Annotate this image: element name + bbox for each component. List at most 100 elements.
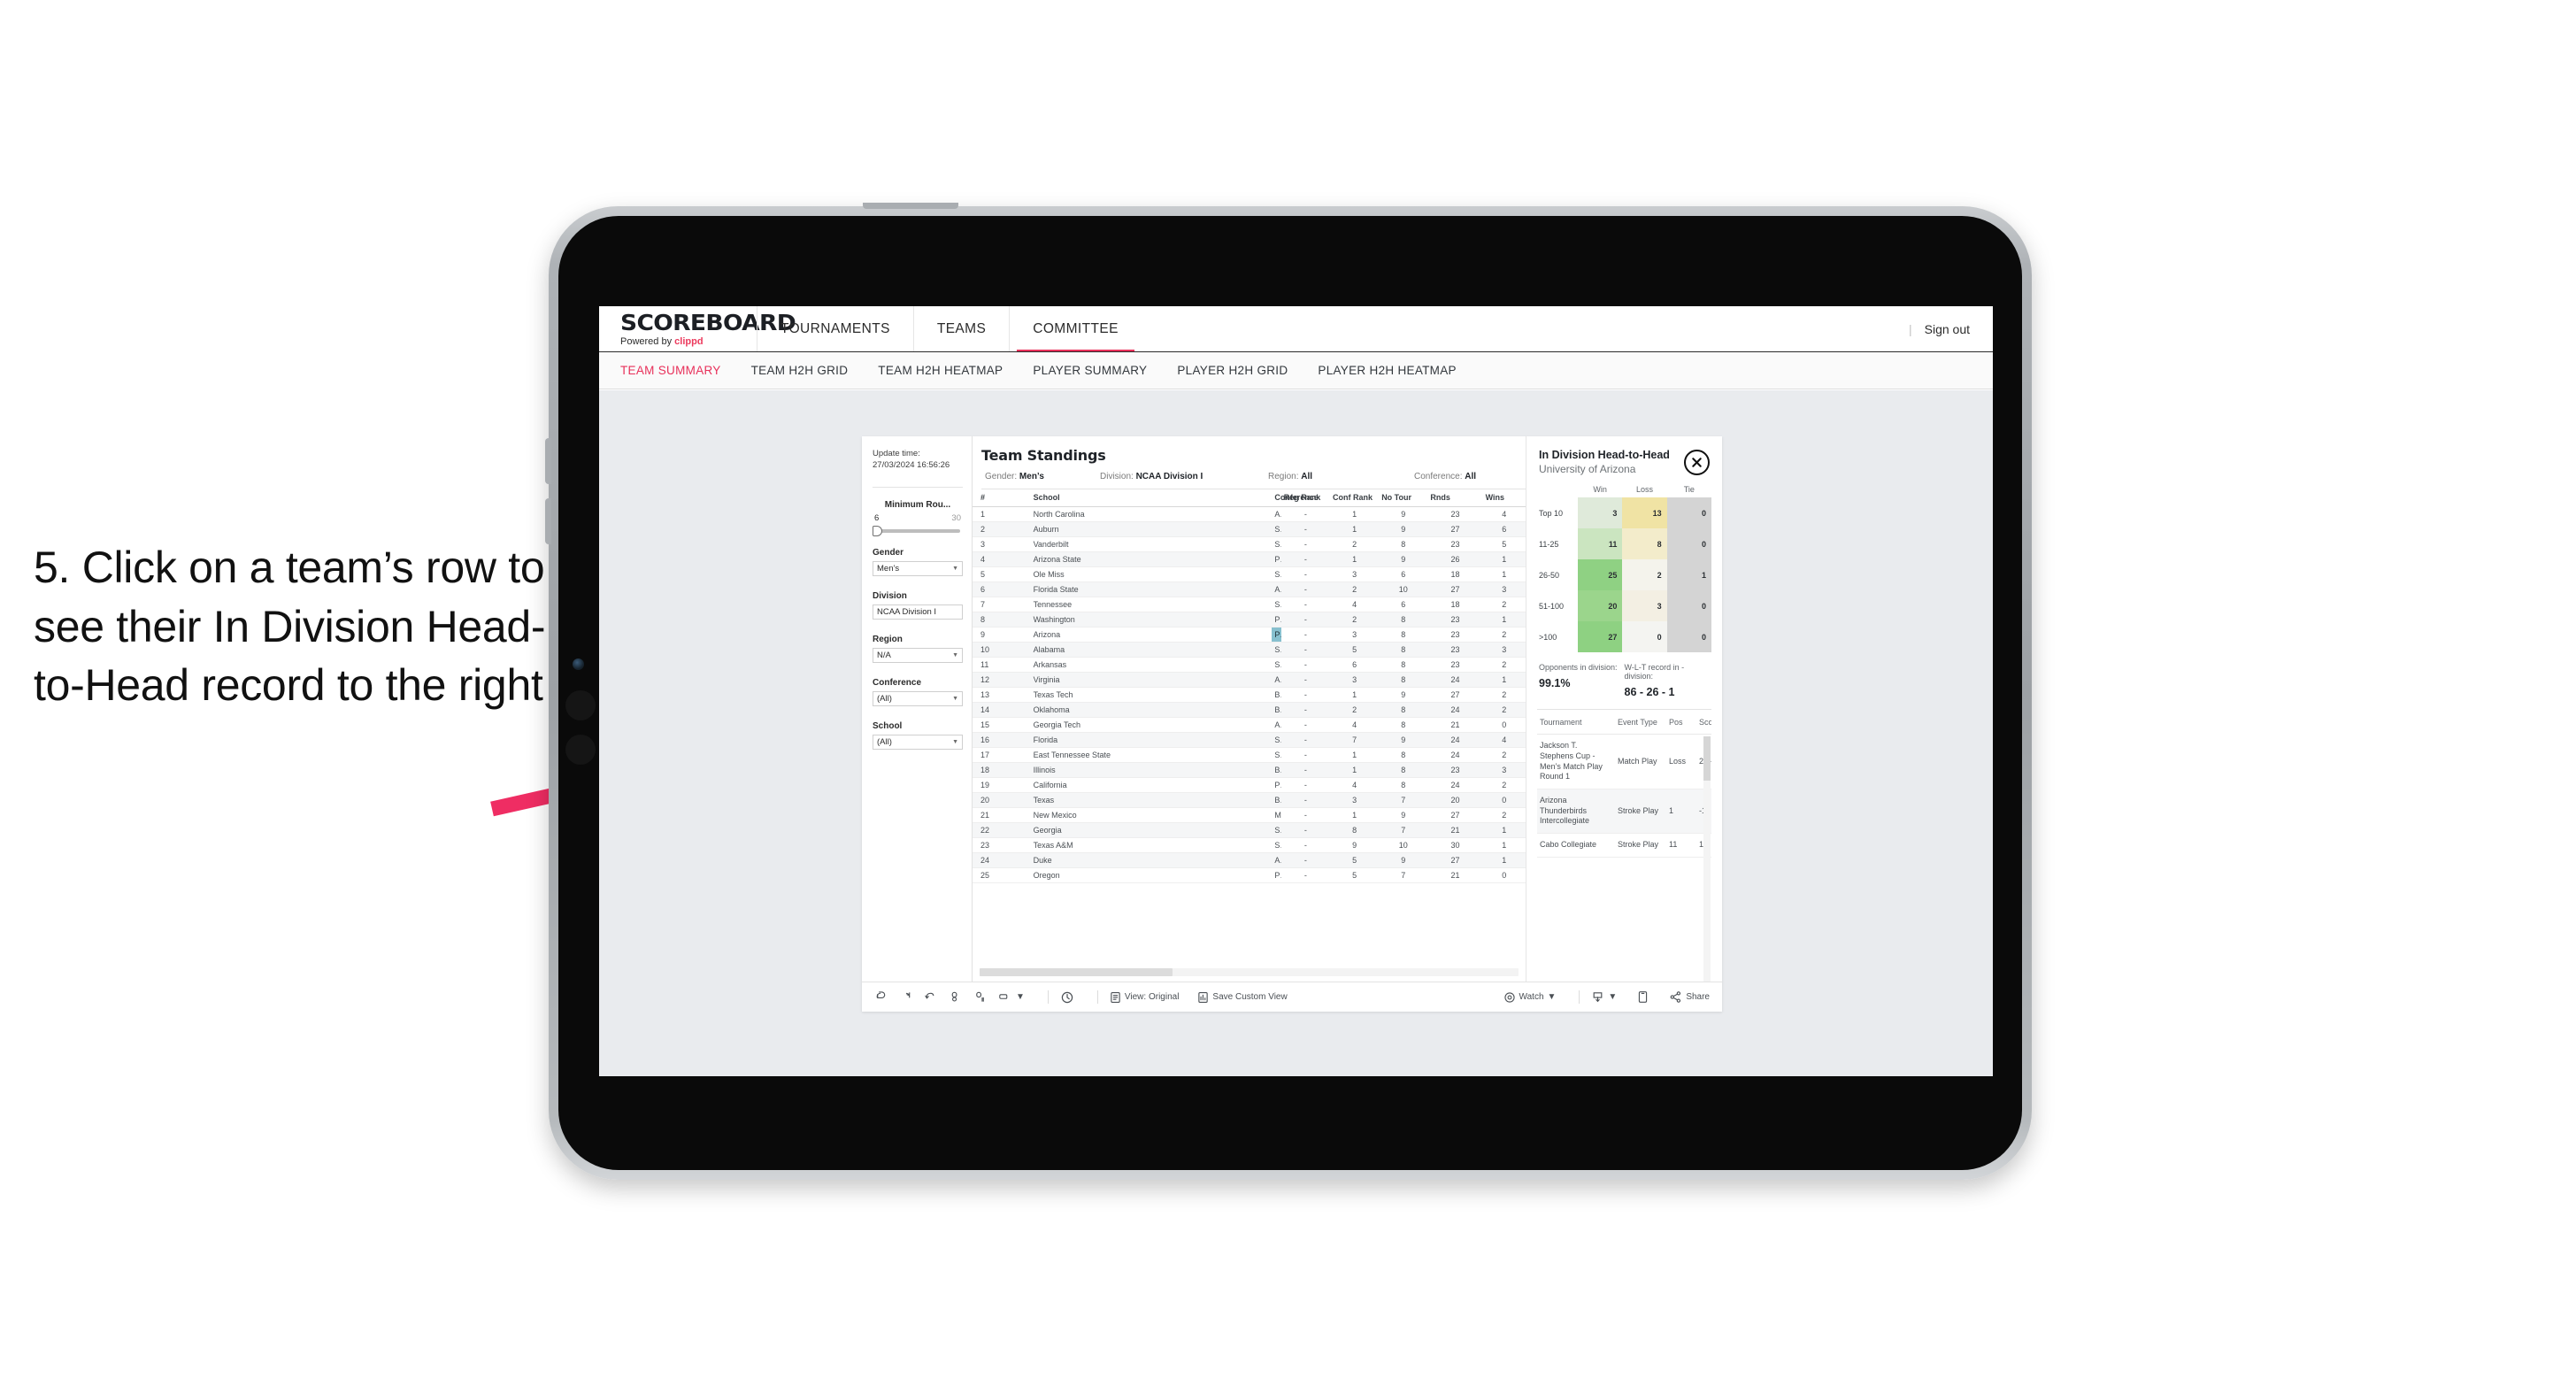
volume-up-button[interactable] (545, 438, 551, 484)
table-row[interactable]: 1North CarolinaAtlantic Coast Conference… (973, 506, 1526, 523)
heatmap-cell[interactable]: 0 (1666, 528, 1711, 560)
col-school[interactable]: School (1030, 489, 1273, 508)
heatmap-cell[interactable]: 25 (1578, 559, 1623, 591)
table-row[interactable]: 4Arizona StatePac-12 Conference-19261 (973, 551, 1526, 568)
heatmap-cell[interactable]: 0 (1666, 497, 1711, 529)
slider-handle[interactable] (873, 525, 882, 536)
table-row[interactable]: 9ArizonaPac-12 Conference-38232 (973, 627, 1526, 643)
region-select[interactable]: N/A ▼ (873, 647, 963, 663)
close-icon[interactable] (1684, 450, 1710, 475)
filter-region: Region N/A ▼ (873, 635, 963, 663)
heatmap-cell[interactable]: 0 (1666, 590, 1711, 622)
heatmap-cell[interactable]: 13 (1622, 497, 1667, 529)
table-row[interactable]: 2AuburnSoutheastern Conference-19276 (973, 521, 1526, 538)
camera-icon (573, 658, 584, 670)
minimum-rounds-slider[interactable] (873, 525, 960, 536)
download-icon[interactable]: ▼ (1591, 990, 1617, 1004)
redo-icon[interactable] (899, 990, 912, 1004)
col-wins[interactable]: Wins (1482, 489, 1526, 508)
heatmap-cell[interactable]: 0 (1666, 621, 1711, 653)
table-row[interactable]: 5Ole MissSoutheastern Conference-36181 (973, 566, 1526, 583)
view-original-button[interactable]: View: Original (1110, 991, 1179, 1004)
gender-select[interactable]: Men’s ▼ (873, 560, 963, 576)
share-button[interactable]: Share (1669, 990, 1710, 1004)
horizontal-scrollbar[interactable] (980, 968, 1173, 976)
cell-wins: 2 (1482, 807, 1526, 824)
power-button[interactable] (863, 203, 958, 209)
heatmap-cell[interactable]: 20 (1578, 590, 1623, 622)
conference-select[interactable]: (All) ▼ (873, 690, 963, 706)
heatmap-cell[interactable]: 11 (1578, 528, 1623, 560)
table-row[interactable]: 8WashingtonPac-12 Conference-28231 (973, 612, 1526, 628)
table-row[interactable]: 6Florida StateAtlantic Coast Conference-… (973, 581, 1526, 598)
school-select[interactable]: (All) ▼ (873, 734, 963, 750)
col-rank[interactable]: # (973, 489, 1031, 508)
heatmap-row: 51-100 20 3 0 (1537, 590, 1711, 622)
tab-team-summary[interactable]: TEAM SUMMARY (620, 364, 721, 377)
col-conf-rank[interactable]: Conf Rank (1329, 489, 1380, 508)
tab-team-h2h-heatmap[interactable]: TEAM H2H HEATMAP (878, 364, 1003, 377)
list-item[interactable]: Cabo CollegiateStroke Play1117 (1537, 833, 1711, 858)
col-no-tour[interactable]: No Tour (1379, 489, 1428, 508)
heatmap-cell[interactable]: 3 (1578, 497, 1623, 529)
pause-icon[interactable] (973, 990, 987, 1004)
school-value: (All) (877, 736, 892, 747)
standings-tbody: 1North CarolinaAtlantic Coast Conference… (973, 506, 1526, 884)
cell-wins: 1 (1482, 852, 1526, 869)
heatmap-cell[interactable]: 27 (1578, 621, 1623, 653)
heatmap-cell[interactable]: 8 (1622, 528, 1667, 560)
heatmap-cell[interactable]: 2 (1622, 559, 1667, 591)
table-row[interactable]: 10AlabamaSoutheastern Conference-58233 (973, 642, 1526, 658)
division-select[interactable]: NCAA Division I (873, 604, 963, 620)
tab-player-h2h-heatmap[interactable]: PLAYER H2H HEATMAP (1318, 364, 1456, 377)
tournament-scrollbar[interactable] (1703, 736, 1711, 782)
revert-icon[interactable] (924, 990, 937, 1004)
table-row[interactable]: 24DukeAtlantic Coast Conference-59271 (973, 852, 1526, 869)
save-custom-view-button[interactable]: Save Custom View (1197, 991, 1288, 1004)
table-row[interactable]: 21New MexicoMountain West Conference-192… (973, 807, 1526, 824)
refresh-icon[interactable] (949, 990, 962, 1004)
table-row[interactable]: 17East Tennessee StateSouthern Conferenc… (973, 747, 1526, 764)
col-conference[interactable]: Conference (1272, 489, 1319, 508)
table-row[interactable]: 7TennesseeSoutheastern Conference-46182 (973, 597, 1526, 613)
table-row[interactable]: 16FloridaSoutheastern Conference-79244 (973, 732, 1526, 749)
tab-player-h2h-grid[interactable]: PLAYER H2H GRID (1177, 364, 1288, 377)
table-row[interactable]: 18IllinoisBig Ten Conference-18233 (973, 762, 1526, 779)
table-row[interactable]: 23Texas A&MSoutheastern Conference-91030… (973, 837, 1526, 854)
undo-icon[interactable] (874, 990, 888, 1004)
cell-conf-rank: 5 (1329, 852, 1380, 869)
table-row[interactable]: 3VanderbiltSoutheastern Conference-28235 (973, 536, 1526, 553)
list-item[interactable]: Arizona Thunderbirds Intercollegiate Stro… (1537, 789, 1711, 835)
heatmap-cell[interactable]: 1 (1666, 559, 1711, 591)
layout-icon[interactable]: ▼ (998, 990, 1025, 1004)
brand-logo[interactable]: SCOREBOARD Powered by clippd (599, 306, 796, 352)
table-row[interactable]: 11ArkansasSoutheastern Conference-68232 (973, 657, 1526, 674)
standings-table-wrap[interactable]: # School Conference Reg Rank Conf Rank N… (973, 489, 1526, 982)
table-row[interactable]: 15Georgia TechAtlantic Coast Conference-… (973, 717, 1526, 734)
table-row[interactable]: 25OregonPac-12 Conference-57210 (973, 867, 1526, 884)
col-rnds[interactable]: Rnds (1427, 489, 1483, 508)
volume-down-button[interactable] (545, 498, 551, 544)
list-item[interactable]: Jackson T. Stephens Cup - Men’s Match Pl… (1537, 734, 1711, 789)
alert-icon[interactable] (1060, 990, 1074, 1005)
tournament-list[interactable]: Tournament Event Type Pos Score Jackson … (1537, 710, 1711, 982)
nav-tournaments[interactable]: TOURNAMENTS (757, 306, 913, 352)
nav-teams[interactable]: TEAMS (912, 306, 1009, 352)
heatmap-cell[interactable]: 3 (1622, 590, 1667, 622)
watch-button[interactable]: Watch ▼ (1503, 991, 1556, 1004)
table-row[interactable]: 12VirginiaAtlantic Coast Conference-3824… (973, 672, 1526, 689)
sign-out-link[interactable]: Sign out (1925, 322, 1970, 336)
table-row[interactable]: 13Texas TechBig 12 Conference-19272 (973, 687, 1526, 704)
table-row[interactable]: 20TexasBig 12 Conference-37200 (973, 792, 1526, 809)
table-row[interactable]: 14OklahomaBig 12 Conference-28242 (973, 702, 1526, 719)
tab-player-summary[interactable]: PLAYER SUMMARY (1033, 364, 1147, 377)
cell-conference: Atlantic Coast Conference (1272, 717, 1281, 734)
table-row[interactable]: 19CaliforniaPac-12 Conference-48242 (973, 777, 1526, 794)
device-icon[interactable] (1637, 990, 1649, 1004)
heatmap-cell[interactable]: 0 (1622, 621, 1667, 653)
cell-rnds: 27 (1427, 521, 1483, 538)
tab-team-h2h-grid[interactable]: TEAM H2H GRID (751, 364, 849, 377)
table-row[interactable]: 22GeorgiaSoutheastern Conference-87211 (973, 822, 1526, 839)
nav-committee[interactable]: COMMITTEE (1009, 306, 1142, 352)
col-reg-rank[interactable]: Reg Rank (1280, 489, 1330, 508)
